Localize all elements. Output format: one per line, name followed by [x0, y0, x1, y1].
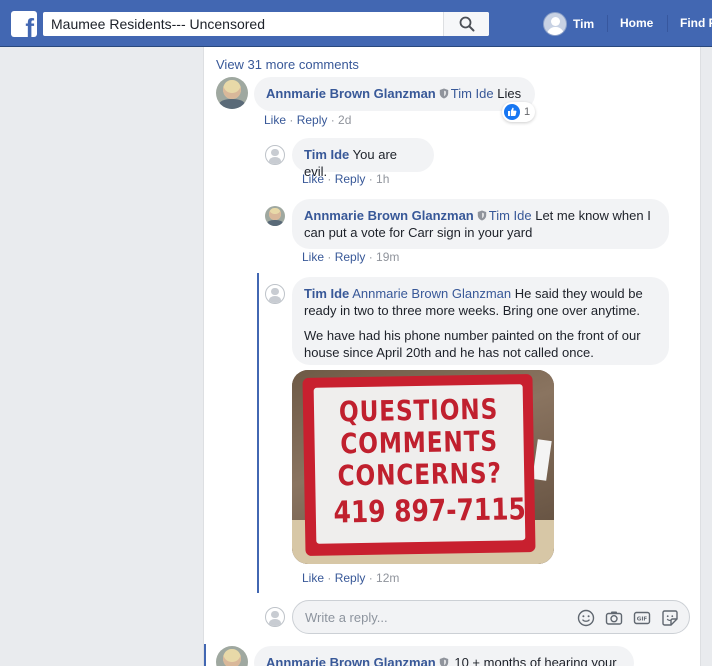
like-reaction-icon: [504, 104, 520, 120]
top-navigation-bar: f Tim Home Find F: [0, 0, 712, 47]
comment-bubble: Tim Ide You are evil.: [292, 138, 434, 179]
comment-text: house since April 20th and he has not ca…: [304, 345, 594, 360]
comment-text: He said they would be: [511, 286, 643, 301]
avatar[interactable]: [265, 206, 285, 226]
avatar[interactable]: [216, 77, 248, 109]
search-bar: [43, 12, 489, 36]
mention-link[interactable]: Tim Ide: [451, 86, 494, 101]
reply-button[interactable]: Reply: [335, 172, 366, 186]
avatar[interactable]: [216, 646, 248, 666]
reply-button[interactable]: Reply: [335, 250, 366, 264]
comment-author[interactable]: Annmarie Brown Glanzman: [304, 208, 474, 223]
avatar[interactable]: [265, 284, 285, 304]
nav-user-name: Tim: [573, 17, 595, 31]
comment-bubble: Annmarie Brown Glanzman 10 + months of h…: [254, 646, 634, 666]
reaction-count-badge[interactable]: 1: [502, 102, 536, 122]
comment-author[interactable]: Annmarie Brown Glanzman: [266, 655, 436, 666]
nav-find-friends-link[interactable]: Find F: [680, 16, 712, 30]
reply-composer: GIF: [292, 600, 690, 634]
sign-text-line: 419 897-7115: [333, 492, 527, 531]
sign-text-line: COMMENTS: [340, 424, 499, 461]
facebook-logo-icon[interactable]: f: [11, 11, 37, 37]
thread-highlight-line: [204, 644, 206, 666]
comment-bubble: Tim Ide Annmarie Brown Glanzman He said …: [292, 277, 669, 365]
comment-timestamp[interactable]: 19m: [376, 250, 399, 264]
like-button[interactable]: Like: [264, 113, 286, 127]
sign-mat: QUESTIONS COMMENTS CONCERNS? 419 897-711…: [302, 374, 536, 556]
comment-bubble: Annmarie Brown Glanzman Tim Ide Lies: [254, 77, 535, 111]
comment-author[interactable]: Tim Ide: [304, 286, 349, 301]
avatar[interactable]: [265, 145, 285, 165]
comment-text: Let me know when I: [531, 208, 651, 223]
comment-text: 10 + months of hearing your: [450, 655, 617, 666]
shield-badge-icon: [439, 657, 448, 666]
comment-timestamp[interactable]: 2d: [338, 113, 351, 127]
reply-input[interactable]: [293, 601, 553, 633]
avatar[interactable]: [265, 607, 285, 627]
comment-bubble: Annmarie Brown Glanzman Tim Ide Let me kn…: [292, 199, 669, 249]
comment-actions: Like · Reply · 1h: [302, 172, 390, 186]
reaction-count: 1: [524, 106, 531, 118]
view-more-comments-link[interactable]: View 31 more comments: [216, 57, 359, 72]
comment-actions: Like · Reply · 2d: [264, 113, 352, 127]
thread-highlight-line: [257, 273, 259, 593]
comment-photo-attachment[interactable]: QUESTIONS COMMENTS CONCERNS? 419 897-711…: [292, 370, 554, 564]
nav-divider: [607, 15, 608, 32]
comment-text: ready in two to three more weeks. Bring …: [304, 303, 640, 318]
sign-text-line: CONCERNS?: [337, 456, 503, 493]
camera-icon[interactable]: [604, 608, 624, 628]
comment-text: We have had his phone number painted on …: [304, 328, 641, 343]
shield-badge-icon: [439, 88, 448, 99]
comment-timestamp[interactable]: 12m: [376, 571, 399, 585]
like-button[interactable]: Like: [302, 172, 324, 186]
comment-author[interactable]: Annmarie Brown Glanzman: [266, 86, 436, 101]
search-button[interactable]: [443, 12, 489, 36]
search-icon: [459, 16, 475, 32]
comment-text: can put a vote for Carr sign in your yar…: [304, 225, 533, 240]
like-button[interactable]: Like: [302, 571, 324, 585]
search-input[interactable]: [43, 12, 443, 36]
comment-timestamp[interactable]: 1h: [376, 172, 389, 186]
comment-text: Lies: [493, 86, 522, 101]
svg-text:GIF: GIF: [637, 617, 648, 623]
like-button[interactable]: Like: [302, 250, 324, 264]
mention-link[interactable]: Annmarie Brown Glanzman: [352, 286, 511, 301]
emoji-icon[interactable]: [576, 608, 596, 628]
nav-home-link[interactable]: Home: [620, 16, 653, 30]
sign-text-line: QUESTIONS: [338, 392, 499, 429]
comment-actions: Like · Reply · 12m: [302, 571, 400, 585]
comment-author[interactable]: Tim Ide: [304, 147, 349, 162]
shield-badge-icon: [477, 210, 486, 221]
nav-profile-link[interactable]: Tim: [543, 11, 594, 37]
sticker-icon[interactable]: [660, 608, 680, 628]
reply-button[interactable]: Reply: [297, 113, 328, 127]
comment-actions: Like · Reply · 19m: [302, 250, 400, 264]
mention-link[interactable]: Tim Ide: [489, 208, 532, 223]
nav-divider: [667, 15, 668, 32]
comments-panel: View 31 more comments Annmarie Brown Gla…: [203, 47, 701, 666]
reply-button[interactable]: Reply: [335, 571, 366, 585]
gif-icon[interactable]: GIF: [632, 608, 652, 628]
avatar: [543, 12, 567, 36]
sign-mat-inner: QUESTIONS COMMENTS CONCERNS? 419 897-711…: [313, 384, 527, 544]
